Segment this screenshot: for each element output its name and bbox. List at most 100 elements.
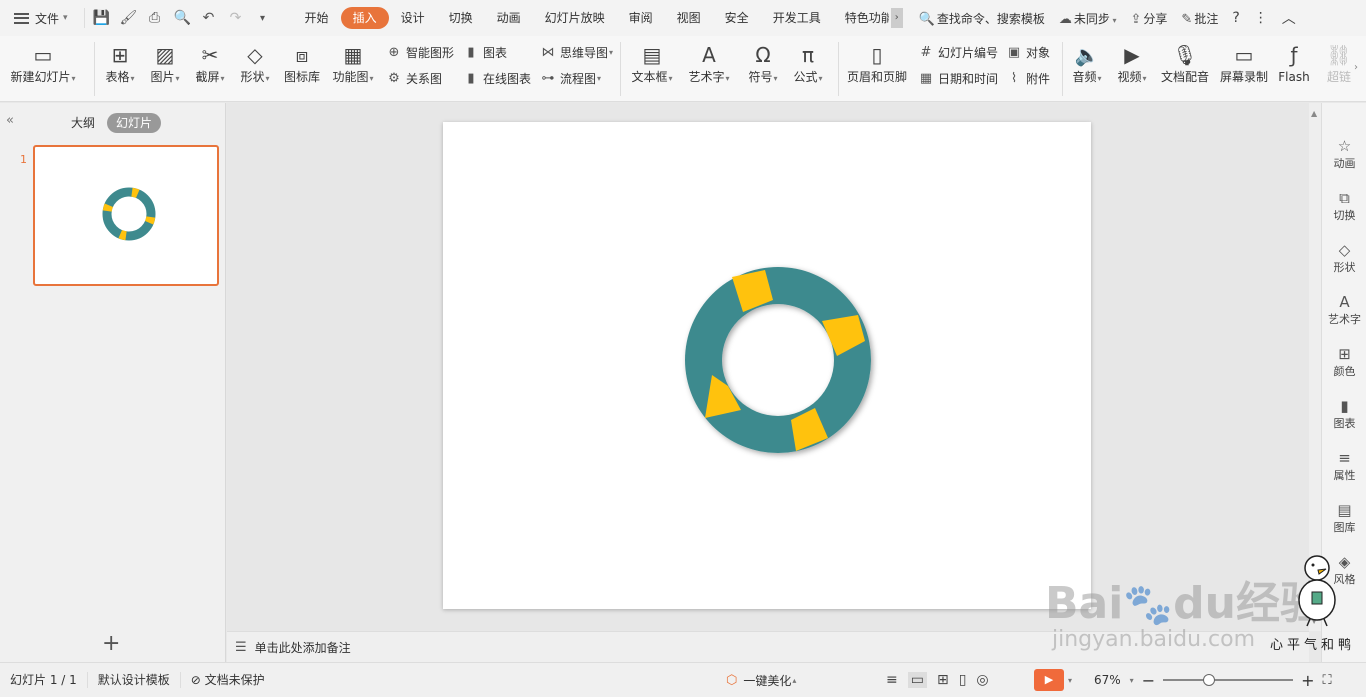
scroll-down-icon[interactable]: ▼ [1311,616,1317,625]
customize-icon[interactable]: ▾ [255,13,271,24]
flowchart-button[interactable]: ⊶ 流程图 ▾ [540,69,602,87]
tab-transition[interactable]: 切换 [437,7,485,29]
ring-graphic[interactable] [443,122,1091,609]
sidebar-color[interactable]: ⊞ 颜色 [1322,345,1366,379]
share-button[interactable]: ⇪ 分享 [1130,10,1167,27]
more-options-icon[interactable]: ⋮ [1254,10,1268,26]
zoom-out-icon[interactable]: − [1142,671,1155,690]
tab-insert[interactable]: 插入 [340,7,389,29]
tab-features[interactable]: 特色功能 [833,7,889,29]
ribbon-scroll-right[interactable]: › [1354,62,1358,73]
zoom-slider-knob[interactable] [1202,674,1215,686]
ribbon-separator [94,42,95,96]
object-button[interactable]: ▣ 对象 [1006,43,1050,61]
date-time-button[interactable]: ▦ 日期和时间 [918,69,998,87]
sidebar-shape[interactable]: ◇ 形状 [1322,241,1366,275]
zoom-in-icon[interactable]: + [1301,671,1314,690]
icon-library-icon: ⧈ [295,43,309,67]
vertical-scrollbar[interactable]: ▲ ▼ [1309,103,1321,631]
normal-view-icon[interactable]: ▭ [907,672,927,688]
online-chart-button[interactable]: ▮ 在线图表 [463,69,531,87]
chart-button[interactable]: ▮ 图表 [463,43,507,61]
undo-icon[interactable]: ↶ [201,10,217,26]
tabs-more-button[interactable]: › [890,8,903,28]
relation-chart-button[interactable]: ⚙ 关系图 [386,69,442,87]
search-command[interactable]: 🔍 查找命令、搜索模板 [919,10,1045,27]
tab-developer[interactable]: 开发工具 [761,7,833,29]
help-icon[interactable]: ? [1232,10,1239,26]
add-slide-button[interactable]: + [102,631,120,656]
format-painter-icon[interactable]: 🖌 [120,10,138,26]
table-icon: ⊞ [111,43,129,67]
new-slide-icon: ▭ [33,43,53,67]
reading-view-icon[interactable]: ▯ [959,672,967,688]
collapse-panel-icon[interactable]: « [6,113,14,128]
new-slide-button[interactable]: ▭ 新建幻灯片▾ [10,40,76,86]
sidebar-wordart[interactable]: A 艺术字 [1322,293,1366,327]
document-protection[interactable]: ⊘ 文档未保护 [181,672,275,688]
ribbon-separator [838,42,839,96]
tab-slideshow[interactable]: 幻灯片放映 [533,7,617,29]
slide[interactable] [443,122,1091,609]
online-chart-icon: ▮ [467,70,475,86]
table-button[interactable]: ⊞ 表格▾ [101,40,139,86]
print-icon[interactable]: ⎙ [147,10,163,26]
design-template[interactable]: 默认设计模板 [88,672,181,688]
scroll-up-icon[interactable]: ▲ [1311,109,1317,118]
sidebar-chart[interactable]: ▮ 图表 [1322,397,1366,431]
textbox-button[interactable]: ▤ 文本框▾ [628,40,676,86]
file-menu[interactable]: 文件 ▾ [0,0,76,36]
sidebar-gallery[interactable]: ▤ 图库 [1322,501,1366,535]
doc-dubbing-button[interactable]: 🎙 文档配音 [1158,40,1212,84]
screenshot-button[interactable]: ✂ 截屏▾ [191,40,229,86]
microphone-icon: 🎙 [1172,43,1198,67]
zoom-slider[interactable] [1163,674,1294,686]
tab-security[interactable]: 安全 [713,7,761,29]
tab-view[interactable]: 视图 [665,7,713,29]
slide-number-button[interactable]: # 幻灯片编号 [918,43,998,61]
mindmap-button[interactable]: ⋈ 思维导图 ▾ [540,43,614,61]
screen-record-button[interactable]: ▭ 屏幕录制 [1216,40,1272,84]
notes-pane[interactable]: ☰ 单击此处添加备注 [227,631,1309,662]
shape-button[interactable]: ◇ 形状▾ [236,40,274,86]
picture-button[interactable]: ▨ 图片▾ [146,40,184,86]
sync-status[interactable]: ☁ 未同步 ▾ [1059,10,1117,27]
tab-animation[interactable]: 动画 [485,7,533,29]
sidebar-properties[interactable]: ≡ 属性 [1322,449,1366,483]
header-footer-button[interactable]: ▯ 页眉和页脚 [846,40,908,84]
fit-window-icon[interactable]: ⛶ [1323,673,1332,688]
collapse-ribbon-icon[interactable]: ︿ [1282,8,1296,28]
zoom-level[interactable]: 67% [1094,673,1121,687]
slide-thumbnail[interactable] [33,145,219,286]
flash-button[interactable]: ƒ Flash [1275,40,1313,84]
slide-sorter-icon[interactable]: ⊞ [937,672,949,688]
formula-button[interactable]: π 公式▾ [789,40,827,86]
thumbnail-ring-graphic [102,187,156,241]
tab-slides[interactable]: 幻灯片 [107,113,162,133]
audio-button[interactable]: 🔈 音频▾ [1068,40,1106,86]
tab-review[interactable]: 审阅 [617,7,665,29]
hyperlink-button[interactable]: ⛓ 超链 [1325,40,1353,84]
comment-button[interactable]: ✎ 批注 [1181,10,1218,27]
function-chart-button[interactable]: ▦ 功能图▾ [329,40,377,86]
beautify-button[interactable]: ⬡ 一键美化 ▴ [726,672,796,689]
print-preview-icon[interactable]: 🔍 [174,10,191,26]
tab-outline[interactable]: 大纲 [62,113,104,133]
sidebar-style[interactable]: ◈ 风格 [1322,553,1366,587]
sidebar-transition[interactable]: ⧉ 切换 [1322,189,1366,223]
redo-icon[interactable]: ↷ [228,10,244,26]
symbol-button[interactable]: Ω 符号▾ [744,40,782,86]
save-icon[interactable]: 💾 [93,10,110,26]
slideshow-button[interactable]: ▶ ▾ [1034,669,1072,691]
presenter-view-icon[interactable]: ◎ [976,672,988,688]
tab-home[interactable]: 开始 [293,7,341,29]
attachment-button[interactable]: ⌇ 附件 [1006,69,1050,87]
tab-design[interactable]: 设计 [389,7,437,29]
notes-toggle-icon[interactable]: ≡ [886,672,898,688]
smart-art-button[interactable]: ⊕ 智能图形 [386,43,454,61]
wordart-button[interactable]: A 艺术字▾ [685,40,733,86]
play-icon: ▶ [1034,669,1064,691]
video-button[interactable]: ▶ 视频▾ [1113,40,1151,86]
sidebar-animation[interactable]: ☆ 动画 [1322,137,1366,171]
icon-library-button[interactable]: ⧈ 图标库 [281,40,323,84]
